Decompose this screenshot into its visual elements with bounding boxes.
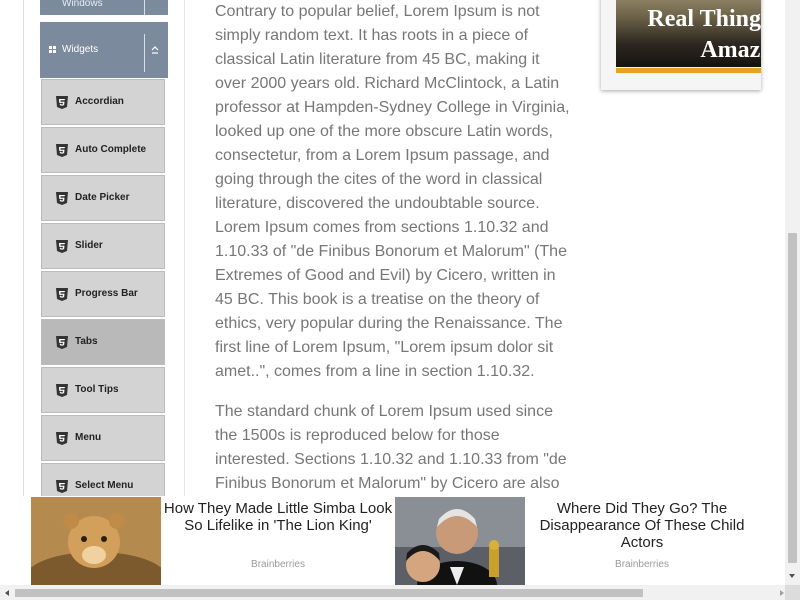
ad-image: Real Thing, Amazi: [616, 0, 761, 67]
sidebar-item-label: Progress Bar: [75, 288, 138, 299]
sidebar-item-auto-complete[interactable]: Auto Complete: [41, 127, 165, 173]
scroll-right-arrow-icon[interactable]: [780, 590, 784, 596]
html5-icon: [56, 336, 68, 349]
ad-headline: Where Did They Go? The Disappearance Of …: [539, 500, 745, 551]
sidebar-divider: [184, 0, 185, 527]
html5-icon: [56, 480, 68, 493]
html5-icon: [56, 432, 68, 445]
left-border: [23, 0, 24, 527]
ad-card[interactable]: Real Thing, Amazi: [601, 0, 761, 90]
divider: [144, 0, 145, 15]
html5-icon: [56, 144, 68, 157]
ad-banner: How They Made Little Simba Look So Lifel…: [0, 496, 785, 586]
horizontal-scrollbar-thumb[interactable]: [15, 589, 643, 597]
scrollbar-corner: [785, 585, 800, 600]
sidebar-item-label: Tabs: [75, 336, 98, 347]
sidebar-group-label: Windows: [62, 0, 103, 9]
collapse-up-icon[interactable]: [149, 44, 161, 56]
ad-banner-card[interactable]: How They Made Little Simba Look So Lifel…: [31, 497, 393, 585]
html5-icon: [56, 192, 68, 205]
ad-thumbnail: [395, 497, 525, 585]
ad-accent-bar: [616, 68, 761, 73]
ad-source: Brainberries: [251, 559, 305, 570]
sidebar-item-label: Auto Complete: [75, 144, 147, 155]
scroll-left-arrow-icon[interactable]: [5, 590, 9, 596]
paragraph: The standard chunk of Lorem Ipsum used s…: [215, 403, 567, 492]
sidebar-item-tool-tips[interactable]: Tool Tips: [41, 367, 165, 413]
grid-icon: [49, 46, 57, 54]
sidebar-item-label: Tool Tips: [75, 384, 119, 395]
ad-banner-card[interactable]: Where Did They Go? The Disappearance Of …: [395, 497, 757, 585]
ad-title: Real Thing, Amazi: [647, 6, 761, 63]
divider: [144, 34, 145, 72]
scroll-down-arrow-icon[interactable]: [789, 574, 795, 578]
sidebar-item-date-picker[interactable]: Date Picker: [41, 175, 165, 221]
ad-source: Brainberries: [615, 559, 669, 570]
html5-icon: [56, 96, 68, 109]
sidebar-group-windows[interactable]: Windows: [40, 0, 168, 15]
main-content: Contrary to popular belief, Lorem Ipsum …: [215, 0, 575, 492]
sidebar-item-label: Select Menu: [75, 480, 134, 491]
html5-icon: [56, 384, 68, 397]
ad-thumbnail: [31, 497, 161, 585]
sidebar-group-widgets[interactable]: Widgets: [40, 22, 168, 78]
sidebar-item-tabs[interactable]: Tabs: [41, 319, 165, 365]
sidebar-item-label: Date Picker: [75, 192, 130, 203]
html5-icon: [56, 288, 68, 301]
sidebar-group-label: Widgets: [62, 44, 99, 55]
sidebar-item-label: Slider: [75, 240, 103, 251]
sidebar-item-menu[interactable]: Menu: [41, 415, 165, 461]
sidebar-item-progress-bar[interactable]: Progress Bar: [41, 271, 165, 317]
html5-icon: [56, 240, 68, 253]
sidebar-item-label: Menu: [75, 432, 102, 443]
ad-headline: How They Made Little Simba Look So Lifel…: [163, 500, 393, 534]
vertical-scrollbar-thumb[interactable]: [788, 233, 797, 563]
sidebar-item-slider[interactable]: Slider: [41, 223, 165, 269]
paragraph: Contrary to popular belief, Lorem Ipsum …: [215, 3, 570, 380]
sidebar-item-label: Accordian: [75, 96, 124, 107]
sidebar-item-accordian[interactable]: Accordian: [41, 79, 165, 125]
